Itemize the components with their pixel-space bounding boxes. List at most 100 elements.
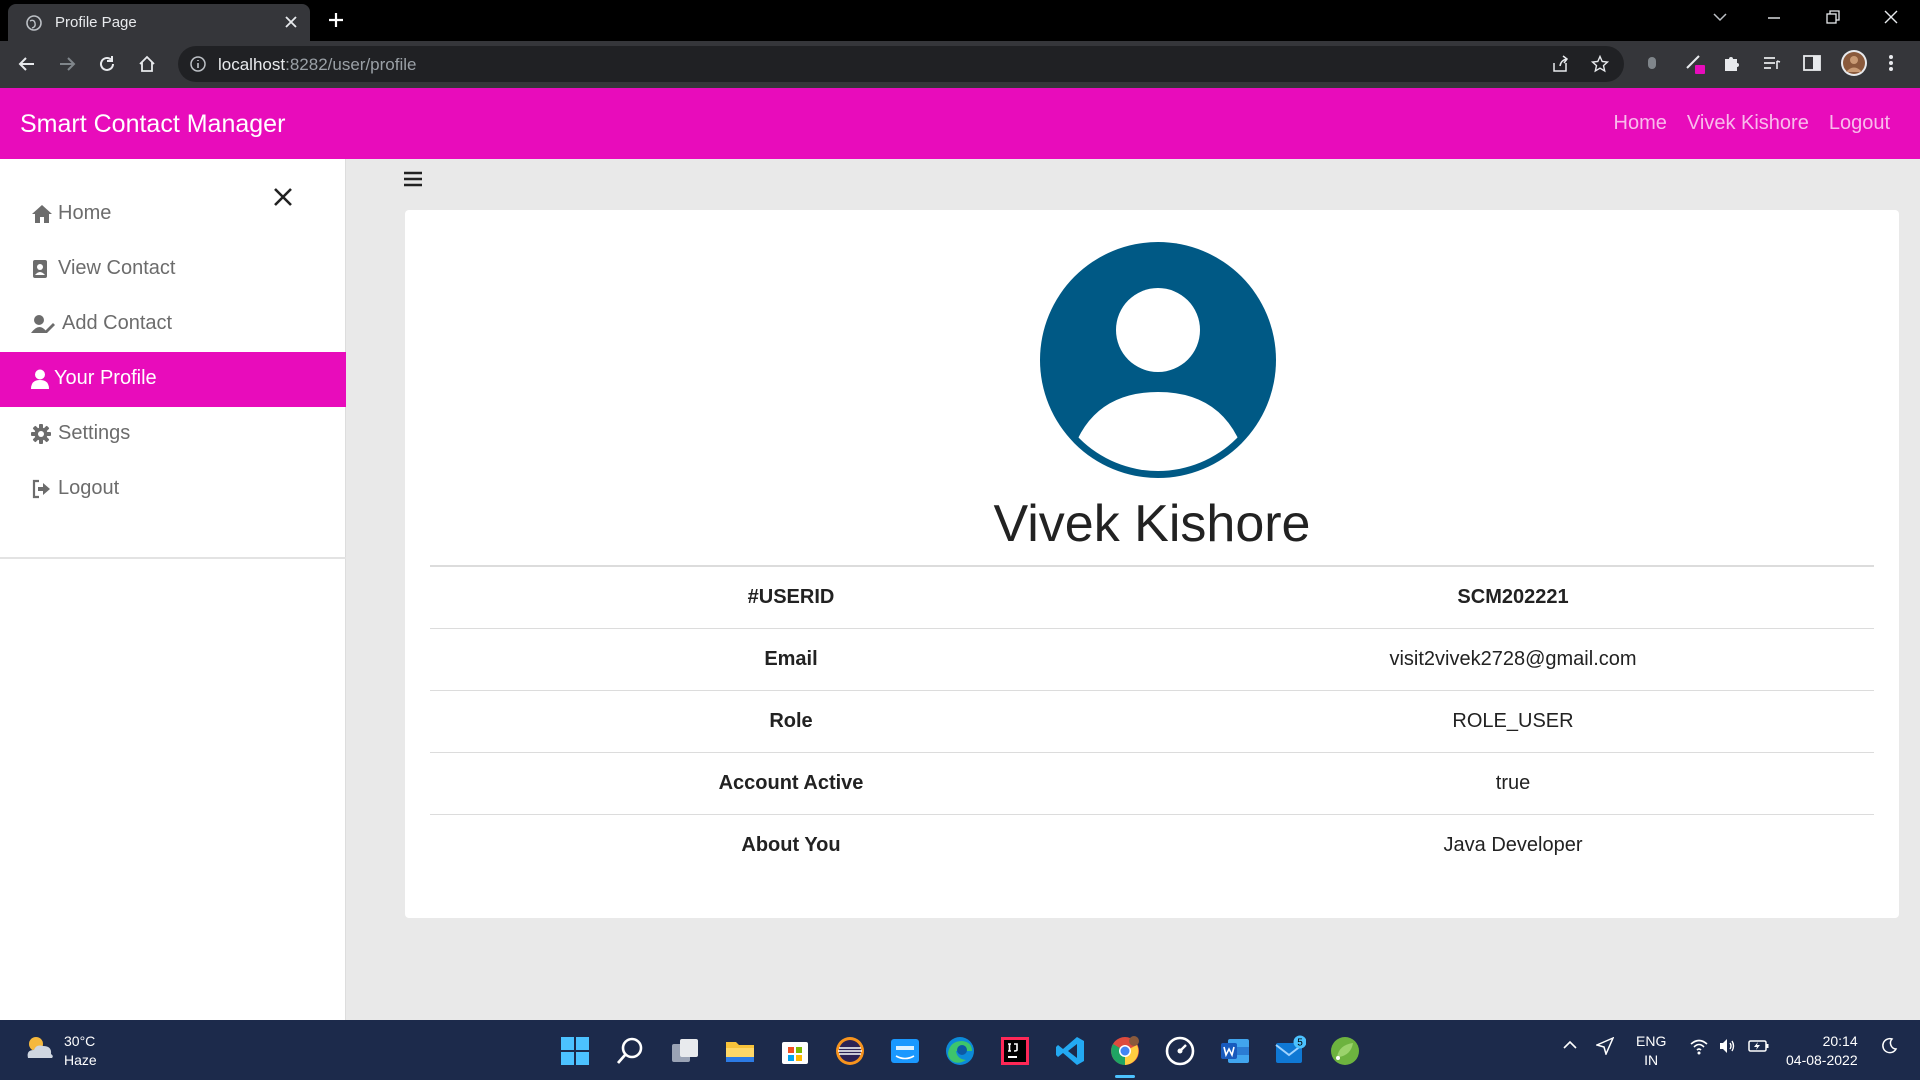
browser-toolbar: localhost:8282/user/profile — [0, 41, 1920, 88]
forward-arrow-icon[interactable] — [57, 54, 77, 79]
clock-app-icon[interactable] — [1164, 1035, 1196, 1067]
row-key: Account Active — [718, 771, 864, 794]
sidebar-item-logout[interactable]: Logout — [0, 462, 346, 517]
sidebar: Home View Contact Add Contact Your Profi… — [0, 159, 346, 1020]
address-bar[interactable]: localhost:8282/user/profile — [178, 46, 1624, 82]
sidebar-item-label: Logout — [58, 477, 120, 499]
restore-icon[interactable] — [1825, 9, 1841, 30]
task-view-icon[interactable] — [669, 1035, 701, 1067]
bookmark-star-icon[interactable] — [1590, 54, 1610, 78]
extensions-puzzle-icon[interactable] — [1722, 53, 1742, 78]
home-browser-icon[interactable] — [137, 54, 157, 79]
extension-grey-icon[interactable] — [1646, 53, 1658, 78]
weather-haze-icon[interactable] — [22, 1032, 56, 1067]
language-indicator[interactable]: ENG IN — [1636, 1032, 1666, 1070]
sidebar-item-label: Home — [58, 202, 112, 224]
sidebar-item-home[interactable]: Home — [0, 187, 346, 242]
wifi-icon[interactable] — [1690, 1037, 1708, 1060]
table-row: About You Java Developer — [430, 814, 1874, 876]
table-row: Account Active true — [430, 752, 1874, 814]
mail-icon[interactable]: 5 — [1274, 1035, 1307, 1067]
extension-pink-pen-icon[interactable] — [1684, 53, 1706, 80]
sidebar-item-add-contact[interactable]: Add Contact — [0, 297, 346, 352]
table-row: Role ROLE_USER — [430, 690, 1874, 752]
active-app-indicator — [1115, 1075, 1135, 1078]
tab-search-chevron-icon[interactable] — [1712, 9, 1728, 30]
gear-icon — [31, 424, 51, 450]
globe-icon — [26, 15, 42, 35]
back-arrow-icon[interactable] — [17, 54, 37, 79]
site-info-icon[interactable] — [189, 55, 207, 78]
battery-charging-icon[interactable] — [1748, 1037, 1770, 1060]
sidebar-item-settings[interactable]: Settings — [0, 407, 346, 462]
app-navbar: Smart Contact Manager Home Vivek Kishore… — [0, 88, 1920, 159]
clock-date: 04-08-2022 — [1786, 1052, 1858, 1068]
home-icon — [31, 204, 53, 230]
minimize-icon[interactable] — [1766, 9, 1782, 30]
weather-temperature: 30°C — [64, 1033, 96, 1049]
tab-close-icon[interactable] — [284, 15, 298, 33]
profile-avatar-icon — [1040, 242, 1276, 483]
main-content: Vivek Kishore #USERID SCM202221 Email vi… — [346, 159, 1920, 1020]
prime-video-icon[interactable] — [889, 1035, 921, 1067]
intellij-icon[interactable] — [999, 1035, 1031, 1067]
sidebar-item-view-contact[interactable]: View Contact — [0, 242, 346, 297]
profile-name: Vivek Kishore — [993, 495, 1311, 553]
windows-start-icon[interactable] — [559, 1035, 591, 1067]
edge-browser-icon[interactable] — [944, 1035, 976, 1067]
row-value: true — [1495, 771, 1531, 794]
location-arrow-icon[interactable] — [1594, 1036, 1615, 1060]
user-icon — [31, 369, 49, 395]
show-hidden-icons-chevron-icon[interactable] — [1562, 1037, 1578, 1058]
mail-badge-count: 5 — [1297, 1038, 1303, 1049]
weather-text[interactable]: 30°C Haze — [64, 1032, 97, 1070]
microsoft-store-icon[interactable] — [779, 1035, 811, 1067]
side-panel-icon[interactable] — [1802, 53, 1822, 78]
volume-icon[interactable] — [1718, 1037, 1736, 1060]
search-icon[interactable] — [614, 1035, 646, 1067]
nav-home-link[interactable]: Home — [1614, 112, 1667, 135]
browser-tabstrip: Profile Page — [0, 0, 1920, 41]
profile-avatar-icon[interactable] — [1840, 49, 1868, 82]
browser-tab[interactable]: Profile Page — [8, 4, 310, 41]
browser-menu-dots-icon[interactable] — [1888, 53, 1894, 78]
address-book-icon — [31, 259, 49, 285]
profile-table: #USERID SCM202221 Email visit2vivek2728@… — [430, 565, 1874, 876]
file-explorer-icon[interactable] — [724, 1035, 756, 1067]
reload-icon[interactable] — [97, 54, 117, 79]
weather-condition: Haze — [64, 1052, 97, 1068]
row-key: Role — [769, 709, 813, 732]
vscode-icon[interactable] — [1054, 1035, 1086, 1067]
navbar-links: Home Vivek Kishore Logout — [1614, 112, 1890, 135]
brand-title[interactable]: Smart Contact Manager — [20, 110, 285, 139]
eclipse-icon[interactable] — [834, 1035, 866, 1067]
share-icon[interactable] — [1551, 55, 1569, 78]
sidebar-item-label: Settings — [58, 422, 131, 444]
sidebar-item-label: Your Profile — [54, 367, 157, 389]
chrome-icon[interactable] — [1109, 1035, 1141, 1067]
word-icon[interactable] — [1219, 1035, 1251, 1067]
windows-taskbar: 30°C Haze 5 ENG IN 20:14 04-08-2022 — [0, 1020, 1920, 1080]
window-close-icon[interactable] — [1883, 9, 1899, 30]
sidebar-divider — [0, 557, 346, 559]
url-text: localhost:8282/user/profile — [218, 55, 417, 74]
row-value: Java Developer — [1443, 833, 1583, 856]
reading-list-icon[interactable] — [1762, 53, 1782, 78]
spring-tool-suite-icon[interactable] — [1329, 1035, 1361, 1067]
sign-out-icon — [31, 479, 51, 505]
row-key: #USERID — [747, 585, 835, 608]
profile-card: Vivek Kishore #USERID SCM202221 Email vi… — [405, 210, 1899, 918]
language-code: ENG — [1636, 1033, 1667, 1049]
new-tab-plus-icon[interactable] — [326, 10, 346, 35]
hamburger-menu-icon[interactable] — [404, 171, 422, 192]
do-not-disturb-moon-icon[interactable] — [1880, 1037, 1898, 1060]
sidebar-item-label: Add Contact — [62, 312, 173, 334]
nav-logout-link[interactable]: Logout — [1829, 112, 1890, 135]
tab-title: Profile Page — [55, 14, 137, 31]
nav-user-link[interactable]: Vivek Kishore — [1687, 112, 1809, 135]
sidebar-item-label: View Contact — [58, 257, 176, 279]
system-clock[interactable]: 20:14 04-08-2022 — [1786, 1032, 1858, 1070]
sidebar-item-your-profile[interactable]: Your Profile — [0, 352, 346, 407]
table-row: #USERID SCM202221 — [430, 566, 1874, 628]
row-key: Email — [764, 647, 818, 670]
